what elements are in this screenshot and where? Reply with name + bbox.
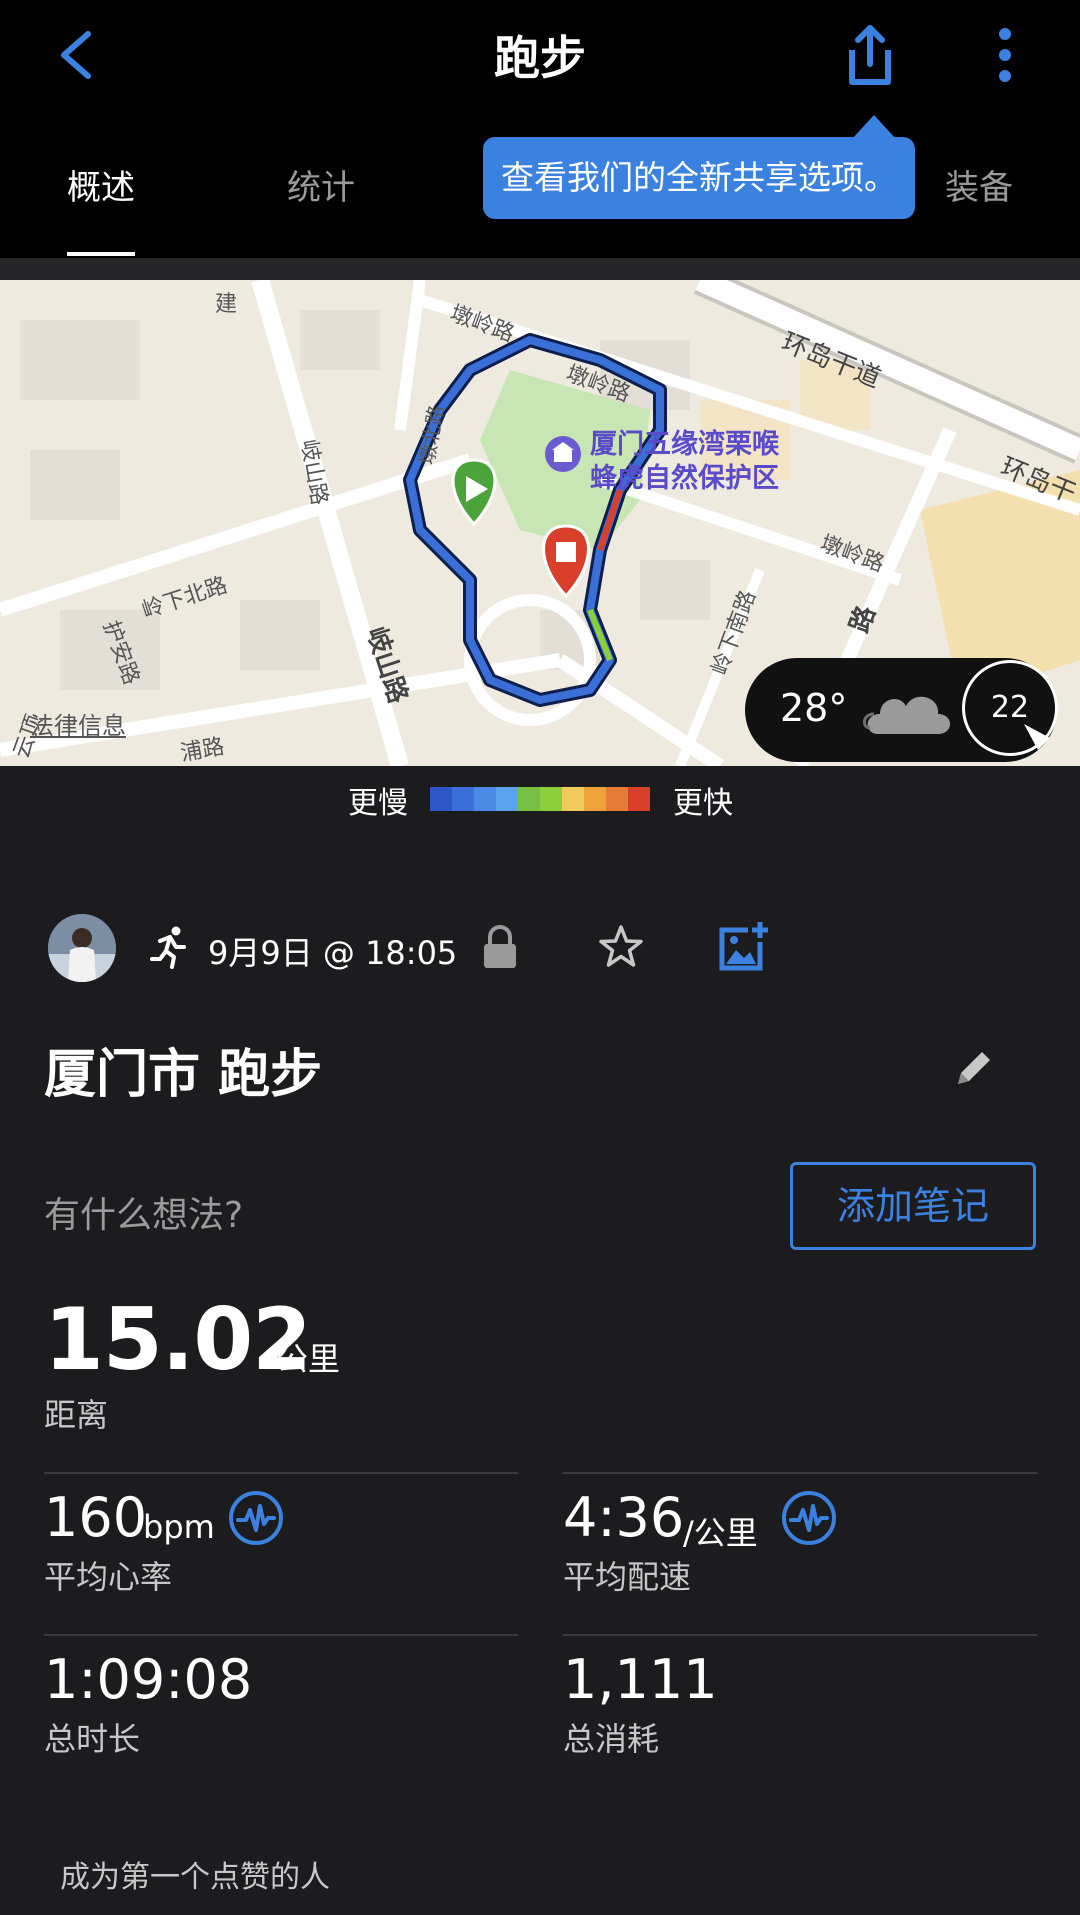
speed-color-segment [430,787,452,811]
share-options-tooltip[interactable]: 查看我们的全新共享选项。 [483,137,915,219]
distance-value: 15.02 [44,1290,312,1390]
header-separator [0,258,1080,280]
running-icon [150,926,186,969]
distance-unit: 公里 [276,1340,341,1378]
heart-rate-chart-icon[interactable] [228,1490,284,1546]
map-poi-label-2: 蜂虎自然保护区 [590,463,779,494]
nature-reserve-icon [545,436,581,472]
tab-stats[interactable]: 统计 [287,160,355,209]
speed-color-bar [430,787,650,811]
lock-icon[interactable] [482,924,518,970]
tooltip-arrow [852,115,896,139]
divider [44,1634,518,1636]
tab-gear[interactable]: 装备 [945,160,1013,209]
speed-color-segment [540,787,562,811]
share-icon[interactable] [840,20,900,90]
speed-color-segment [474,787,496,811]
speed-color-segment [628,787,650,811]
wind-direction-icon [1024,724,1050,750]
divider [563,1472,1037,1474]
calories-label: 总消耗 [563,1720,660,1758]
duration-label: 总时长 [44,1720,141,1758]
add-photo-icon[interactable] [718,920,768,972]
temperature: 28° [780,686,848,730]
heart-rate-label: 平均心率 [44,1558,173,1596]
speed-color-segment [584,787,606,811]
distance-label: 距离 [44,1396,109,1434]
page-title: 跑步 [494,31,586,85]
divider [563,1634,1037,1636]
speed-color-segment [562,787,584,811]
legal-info-link[interactable]: 法律信息 [30,706,126,741]
active-tab-indicator [67,252,135,256]
activity-datetime: 9月9日 @ 18:05 [208,934,458,972]
cloud-icon [863,696,950,734]
likes-prompt[interactable]: 成为第一个点赞的人 [60,1852,330,1896]
speed-color-segment [452,787,474,811]
add-note-button[interactable]: 添加笔记 [790,1162,1036,1250]
pace-value: 4:36 [563,1486,685,1549]
avatar[interactable] [48,914,116,982]
activity-title: 厦门市 跑步 [44,1045,323,1105]
edit-pencil-icon[interactable] [952,1046,996,1090]
map-road-label: 浦路 [178,734,227,766]
speed-color-segment [518,787,540,811]
pace-label: 平均配速 [563,1558,692,1596]
speed-color-segment [606,787,628,811]
star-icon[interactable] [598,924,644,970]
divider [44,1472,518,1474]
speed-legend-slower: 更慢 [348,786,408,821]
duration-value: 1:09:08 [44,1648,253,1711]
speed-color-segment [496,787,518,811]
pace-unit: /公里 [683,1514,758,1552]
pace-chart-icon[interactable] [781,1490,837,1546]
more-options-icon[interactable] [980,20,1030,90]
calories-value: 1,111 [563,1648,718,1711]
heart-rate-unit: bpm [143,1508,215,1546]
map-road-label: 建 [215,292,238,317]
heart-rate-value: 160 [44,1486,148,1549]
notes-prompt: 有什么想法? [44,1195,244,1236]
speed-legend-faster: 更快 [673,786,733,821]
tab-overview[interactable]: 概述 [67,160,135,209]
